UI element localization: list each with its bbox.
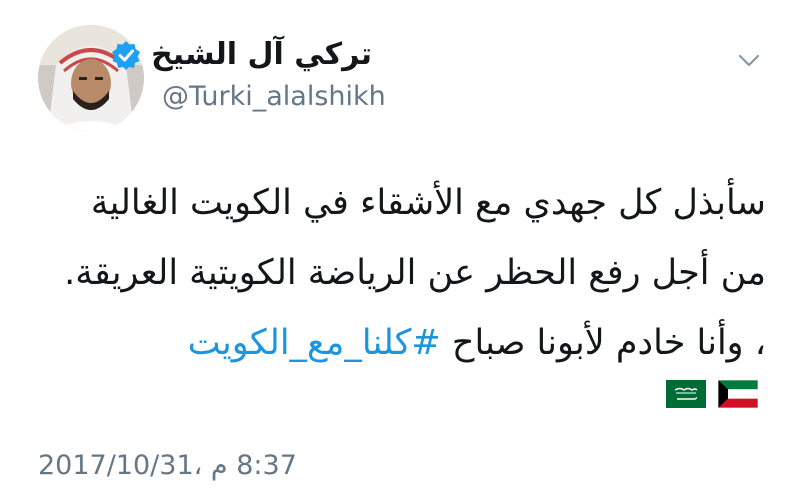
verified-badge-icon [111, 40, 141, 70]
author-handle[interactable]: @Turki_alalshikh [162, 83, 386, 110]
saudi-flag-emoji [666, 380, 706, 408]
tweet-timestamp[interactable]: 8:37 م ،2017/10/31 [38, 452, 297, 479]
tweet-text-line: سأبذل كل جهدي مع الأشقاء في الكويت الغال… [90, 183, 766, 223]
author-name-row: تركي آل الشيخ [111, 40, 372, 70]
tweet-text: سأبذل كل جهدي مع الأشقاء في الكويت الغال… [26, 168, 766, 378]
tweet-text-line: من أجل رفع الحظر عن الرياضة الكويتية الع… [64, 253, 766, 293]
tweet-text-line: ، وأنا خادم لأبونا صباح #كلنا_مع_الكويت [26, 308, 766, 378]
kuwait-flag-emoji [718, 380, 758, 408]
author-display-name[interactable]: تركي آل الشيخ [151, 40, 372, 70]
tweet-card: تركي آل الشيخ @Turki_alalshikh سأبذل كل … [0, 0, 800, 495]
tweet-text-segment: ، وأنا خادم لأبونا صباح [451, 323, 766, 363]
chevron-down-icon[interactable] [737, 50, 761, 70]
hashtag-link[interactable]: #كلنا_مع_الكويت [188, 323, 441, 363]
flag-emojis [666, 380, 758, 408]
